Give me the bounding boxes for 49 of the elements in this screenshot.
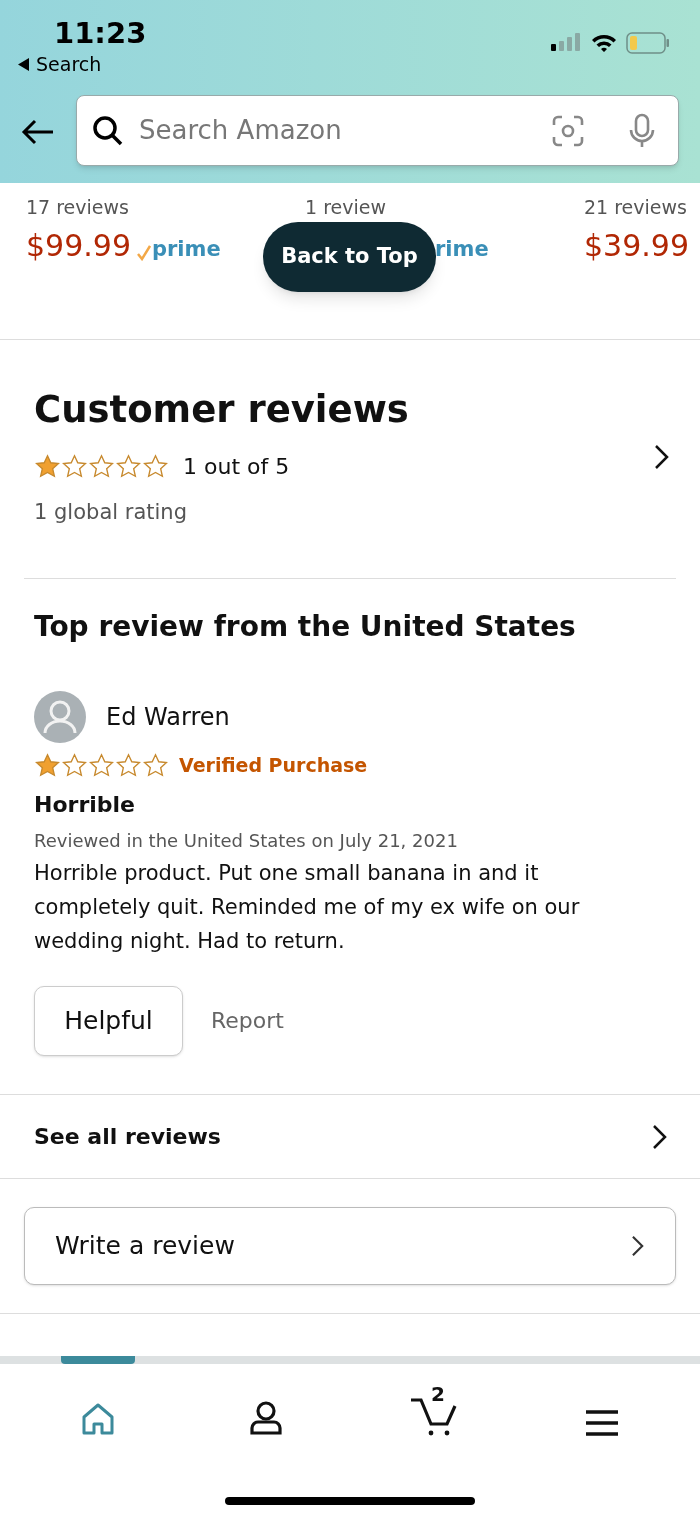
signal-icon: [551, 32, 581, 52]
section-title: Customer reviews: [34, 387, 410, 433]
back-arrow-button[interactable]: [20, 117, 56, 147]
review-count: 17 reviews: [26, 195, 130, 219]
global-rating-count: 1 global rating: [34, 499, 188, 526]
product-price: $39.99: [584, 227, 689, 265]
review-count: 21 reviews: [584, 195, 688, 219]
product-price: $99.99: [26, 227, 131, 265]
back-to-top-button[interactable]: Back to Top: [263, 222, 436, 292]
back-to-app-link[interactable]: Search: [18, 50, 102, 79]
section-heading: Top review from the United States: [34, 609, 577, 645]
search-input[interactable]: Search Amazon: [139, 111, 542, 150]
status-time: 11:23: [54, 15, 147, 52]
search-icon: [91, 113, 125, 148]
prime-label: rime: [435, 237, 489, 261]
star-filled-icon: [34, 751, 61, 779]
chevron-right-icon: [631, 1235, 645, 1257]
back-triangle-icon: [18, 57, 30, 71]
star-outline-icon: [142, 453, 169, 480]
write-review-button[interactable]: Write a review: [24, 1207, 676, 1285]
star-filled-icon: [34, 453, 61, 480]
rating-text: 1 out of 5: [183, 453, 290, 481]
helpful-button[interactable]: Helpful: [34, 985, 183, 1056]
chevron-right-icon: [652, 1123, 668, 1150]
avatar-icon: [34, 691, 86, 743]
star-outline-icon: [88, 751, 115, 779]
camera-icon[interactable]: [552, 114, 584, 147]
star-outline-icon: [115, 453, 142, 480]
review-body: Horrible product. Put one small banana in and it completely quit. Reminded me of my ex wife on our wedding night. Had to return.: [34, 859, 581, 955]
star-outline-icon: [115, 751, 142, 779]
search-field[interactable]: Search Amazon: [76, 95, 679, 166]
review-count: 1 review: [305, 195, 387, 219]
microphone-icon[interactable]: [628, 112, 656, 149]
report-link[interactable]: Report: [211, 1004, 284, 1037]
star-outline-icon: [88, 453, 115, 480]
check-icon: [137, 245, 151, 261]
see-all-reviews-row[interactable]: See all reviews: [0, 1095, 700, 1179]
reviewer-name: Ed Warren: [106, 702, 230, 733]
star-outline-icon: [61, 751, 88, 779]
star-outline-icon: [142, 751, 169, 779]
verified-purchase-label: Verified Purchase: [179, 753, 368, 778]
review-title: Horrible: [34, 790, 136, 819]
chevron-right-icon[interactable]: [654, 444, 670, 470]
wifi-icon: [591, 33, 617, 53]
star-outline-icon: [61, 453, 88, 480]
battery-icon: [626, 32, 670, 54]
review-date: Reviewed in the United States on July 21, 2021: [34, 828, 459, 853]
prime-label: prime: [152, 237, 221, 261]
cart-count: 2: [431, 1384, 445, 1404]
